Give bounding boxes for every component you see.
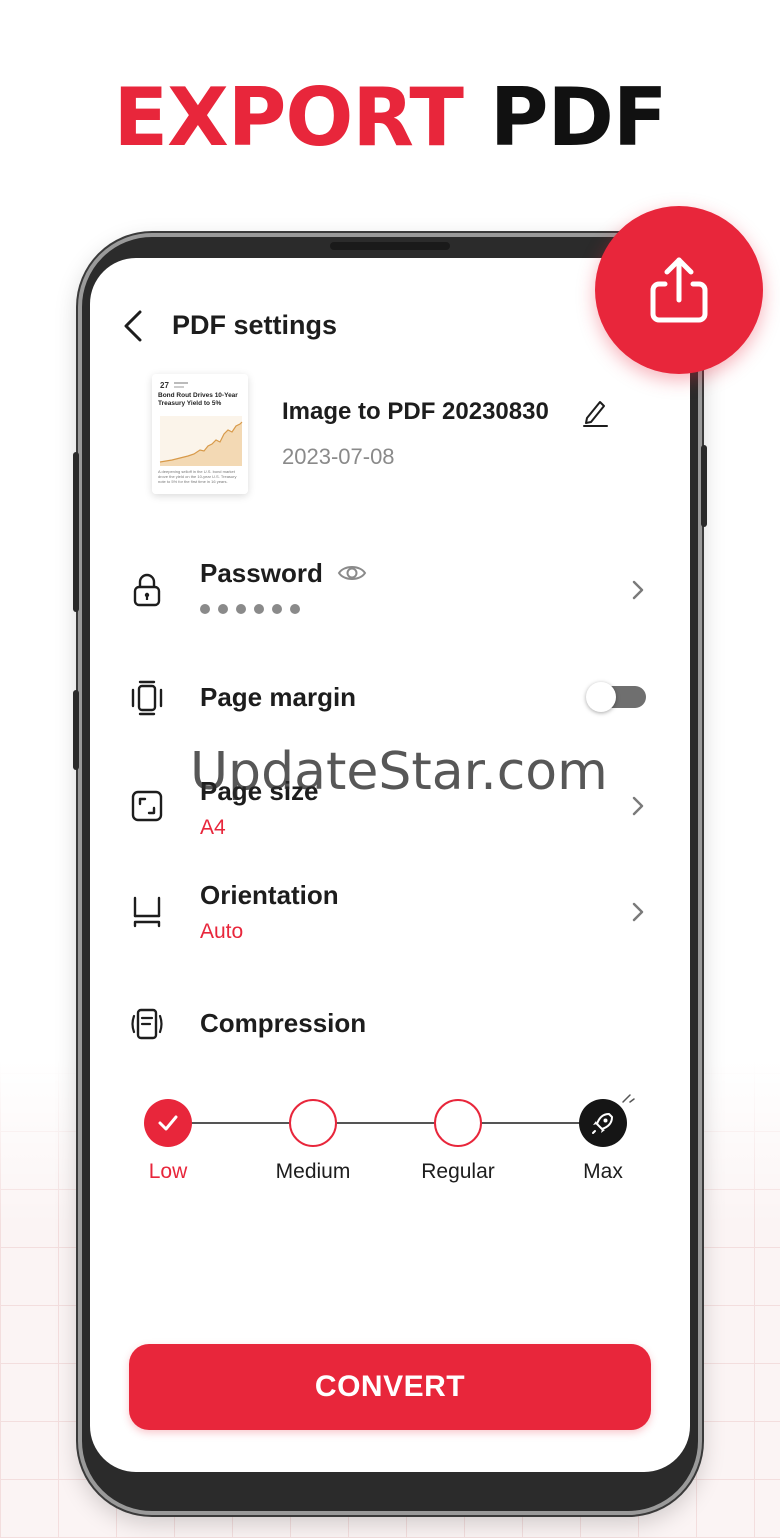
compression-label-max: Max (583, 1160, 623, 1183)
expand-icon (131, 790, 163, 822)
phone-speaker (330, 242, 450, 250)
rocket-icon (592, 1113, 613, 1134)
sparkle-icon (622, 1094, 635, 1103)
compression-label-medium: Medium (275, 1160, 351, 1183)
share-button[interactable] (595, 206, 763, 374)
check-icon (158, 1115, 178, 1131)
watermark-text: UpdateStar.com (190, 742, 608, 802)
page-margin-icon (131, 680, 163, 716)
compress-icon (131, 1008, 163, 1040)
orientation-value: Auto (200, 920, 244, 943)
compression-option-low[interactable] (144, 1099, 192, 1147)
compression-label-low: Low (148, 1160, 188, 1183)
compression-option-regular[interactable] (434, 1099, 482, 1147)
chevron-right-icon (632, 796, 644, 816)
chevron-right-icon (632, 902, 644, 922)
document-thumbnail[interactable]: 27 Bond Rout Drives 10-Year Treasury Yie… (152, 374, 248, 494)
headline-red-word: EXPORT (113, 71, 464, 164)
eye-icon[interactable] (337, 562, 367, 584)
phone-side-button (73, 690, 79, 770)
compression-label: Compression (200, 1008, 367, 1038)
pencil-icon[interactable] (580, 396, 610, 428)
share-icon (650, 257, 708, 323)
chevron-right-icon (632, 580, 644, 600)
phone-power-button (701, 445, 707, 527)
promo-headline: EXPORT PDF (0, 78, 780, 158)
lock-icon (133, 573, 161, 607)
orientation-label: Orientation (200, 880, 339, 910)
password-masked-value (200, 604, 300, 614)
document-date: 2023-07-08 (282, 444, 395, 469)
document-name: Image to PDF 20230830 (282, 398, 549, 425)
chevron-left-icon[interactable] (120, 308, 146, 344)
orientation-icon (133, 896, 161, 928)
app-screen: PDF settings 27 Bond Rout Drives 10-Year… (90, 258, 690, 1472)
compression-option-medium[interactable] (289, 1099, 337, 1147)
page-title: PDF settings (172, 310, 338, 340)
compression-scale-track (168, 1122, 604, 1124)
headline-black-word: PDF (489, 71, 668, 164)
phone-volume-button (73, 452, 79, 612)
password-label: Password (200, 558, 323, 588)
convert-button[interactable]: CONVERT (129, 1344, 651, 1430)
page-size-value: A4 (200, 816, 226, 839)
page-margin-label: Page margin (200, 682, 357, 712)
compression-label-regular: Regular (421, 1160, 495, 1183)
thumbnail-day: 27 (160, 381, 169, 390)
compression-option-max[interactable] (579, 1099, 627, 1147)
thumbnail-preview: 27 Bond Rout Drives 10-Year Treasury Yie… (152, 374, 248, 494)
thumbnail-headline: Bond Rout Drives 10-Year Treasury Yield … (158, 392, 238, 407)
page-margin-toggle[interactable] (586, 682, 646, 712)
thumbnail-caption: A deepening selloff in the U.S. bond mar… (158, 469, 237, 484)
